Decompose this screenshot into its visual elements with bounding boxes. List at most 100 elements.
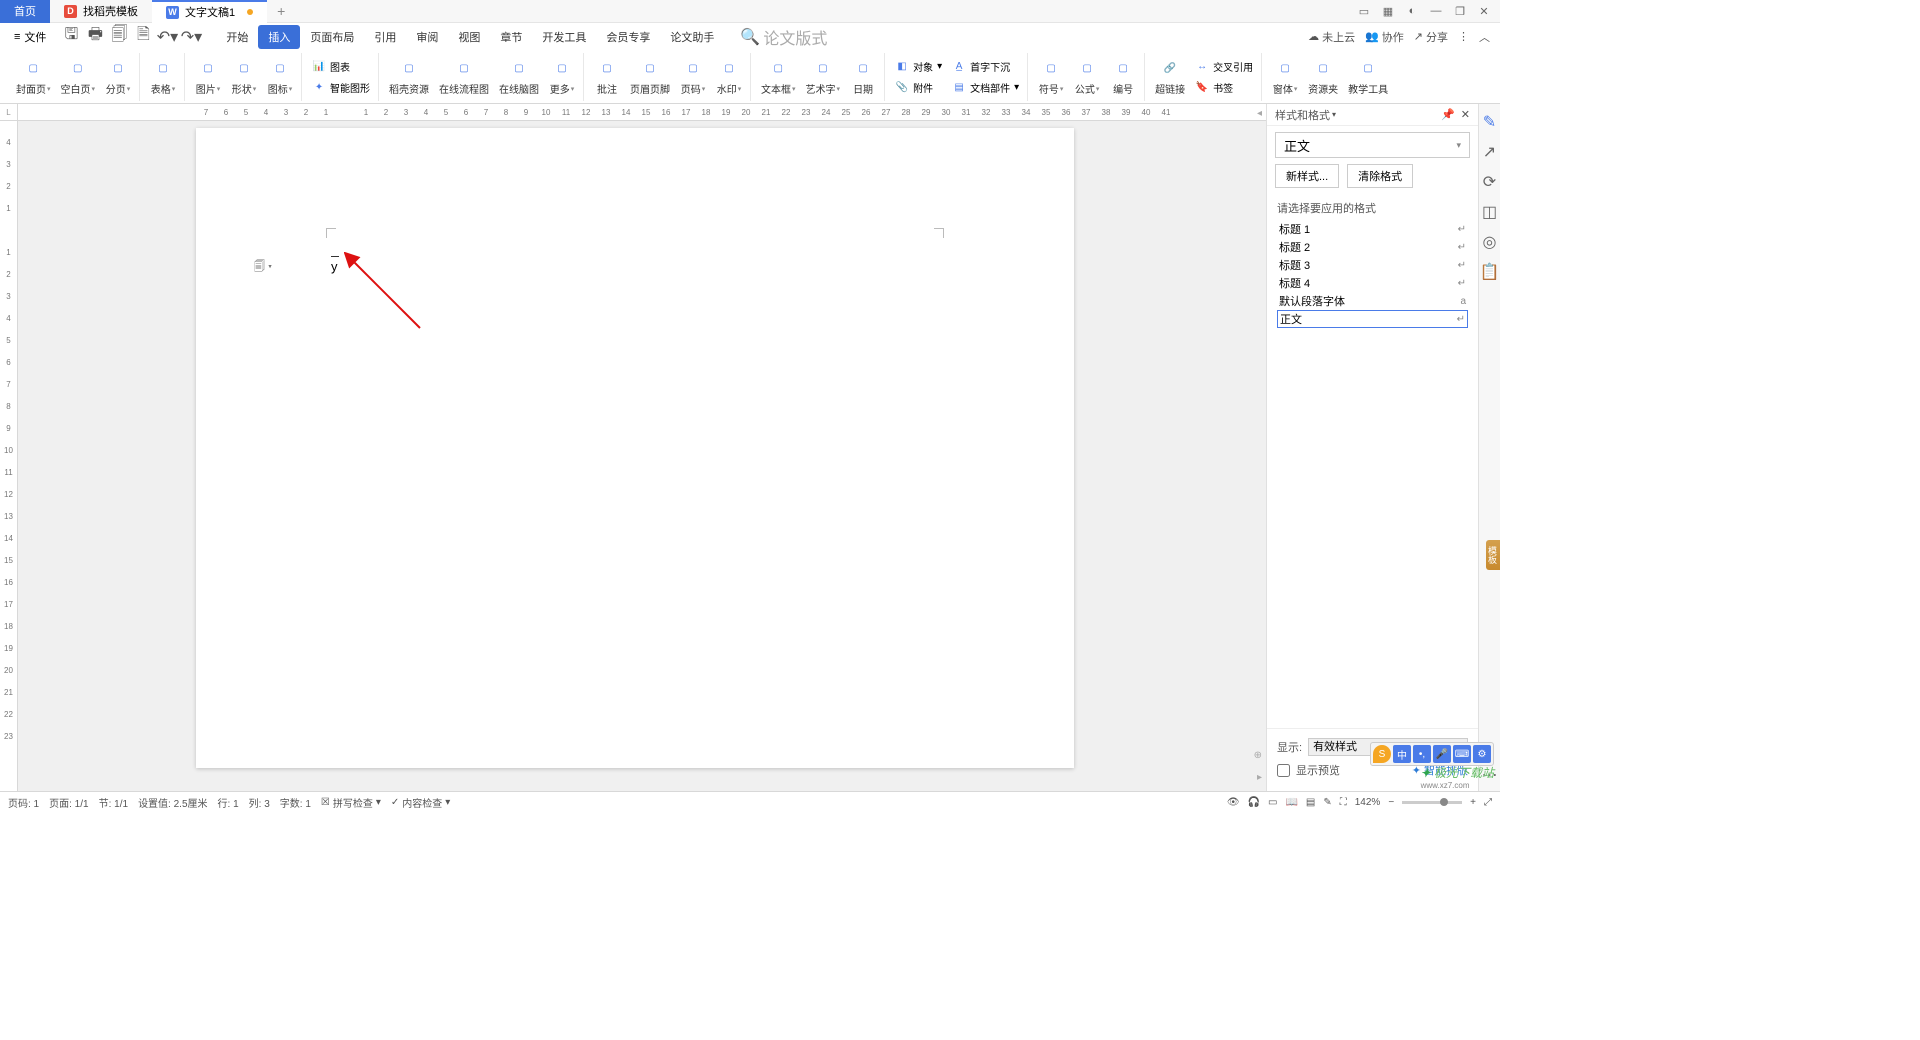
symbol-btn-2[interactable]: ▢编号 — [1106, 55, 1140, 98]
zoom-origin-icon[interactable]: ⊕ — [1254, 750, 1262, 761]
more-icon[interactable]: ⋮ — [1458, 30, 1469, 43]
show-preview-checkbox[interactable] — [1277, 764, 1290, 777]
document-text[interactable]: y — [331, 256, 339, 275]
print-preview-icon[interactable]: 🗐 — [110, 28, 128, 46]
status-col[interactable]: 列: 3 — [249, 795, 270, 810]
status-row[interactable]: 行: 1 — [218, 795, 239, 810]
smart-graphic-button[interactable]: ✦智能图形 — [308, 78, 374, 97]
account-avatar[interactable]: ◐ — [1404, 3, 1420, 19]
vertical-ruler[interactable]: 4321123456789101112131415161718192021222… — [0, 121, 18, 791]
menu-tab-0[interactable]: 开始 — [216, 25, 258, 49]
asset-btn-1[interactable]: ▢在线流程图 — [435, 55, 493, 98]
menu-tab-7[interactable]: 开发工具 — [532, 25, 596, 49]
menu-tab-2[interactable]: 页面布局 — [300, 25, 364, 49]
text-btn-1[interactable]: ▢艺术字▾ — [802, 55, 845, 98]
last-btn-1[interactable]: ▢资源夹 — [1304, 55, 1342, 98]
last-btn-2[interactable]: ▢教学工具 — [1344, 55, 1392, 98]
view-web-icon[interactable]: ✎ — [1323, 797, 1331, 808]
save-icon[interactable]: 🖫 — [62, 28, 80, 46]
fit-width-icon[interactable]: ⛶ — [1340, 797, 1347, 808]
document-page[interactable]: 🗐 ▾ y — [196, 128, 1074, 768]
clipboard-pane-icon[interactable]: 📋 — [1482, 264, 1498, 280]
ime-voice-icon[interactable]: 🎤 — [1433, 745, 1451, 763]
status-position[interactable]: 设置值: 2.5厘米 — [138, 795, 207, 810]
style-item-2[interactable]: 标题 3↵ — [1277, 256, 1468, 274]
menu-tab-9[interactable]: 论文助手 — [660, 25, 724, 49]
current-style-selector[interactable]: 正文▾ — [1275, 132, 1470, 158]
collab-button[interactable]: 👥协作 — [1365, 29, 1404, 45]
menu-tab-1[interactable]: 插入 — [258, 25, 300, 49]
illus-btn-0[interactable]: ▢图片▾ — [191, 55, 225, 98]
select-pane-icon[interactable]: ↗ — [1482, 144, 1498, 160]
row-handle-icon[interactable]: ▸ — [1257, 772, 1262, 783]
new-tab-button[interactable]: + — [267, 3, 295, 19]
menu-tab-6[interactable]: 章节 — [490, 25, 532, 49]
print-quick-icon[interactable]: 🖶 — [86, 28, 104, 46]
header-btn-0[interactable]: ▢批注 — [590, 55, 624, 98]
more-panes-icon[interactable]: ⋯ — [1482, 767, 1498, 783]
view-outline-icon[interactable]: ▤ — [1306, 797, 1315, 808]
paragraph-options-icon[interactable]: 🗐 ▾ — [254, 258, 272, 277]
header-btn-1[interactable]: ▢页眉页脚 — [626, 55, 674, 98]
style-item-4[interactable]: 默认段落字体a — [1277, 292, 1468, 310]
new-style-button[interactable]: 新样式... — [1275, 164, 1339, 188]
search-box[interactable]: 🔍 论文版式 — [740, 25, 827, 49]
shapes-pane-icon[interactable]: ◫ — [1482, 204, 1498, 220]
illus-btn-1[interactable]: ▢形状▾ — [227, 55, 261, 98]
menu-tab-5[interactable]: 视图 — [448, 25, 490, 49]
zoom-out-button[interactable]: − — [1388, 797, 1394, 808]
ime-keyboard-icon[interactable]: ⌨ — [1453, 745, 1471, 763]
export-icon[interactable]: 🗎 — [134, 28, 152, 46]
style-item-3[interactable]: 标题 4↵ — [1277, 274, 1468, 292]
minimize-button[interactable]: — — [1428, 3, 1444, 19]
ime-lang-button[interactable]: 中 — [1393, 745, 1411, 763]
page-btn-0[interactable]: ▢封面页▾ — [12, 55, 55, 98]
ime-logo-icon[interactable]: S — [1373, 745, 1391, 763]
horizontal-ruler[interactable]: 7654321123456789101112131415161718192021… — [18, 104, 1266, 121]
tab-home[interactable]: 首页 — [0, 0, 50, 23]
panel-close-icon[interactable]: ✕ — [1461, 108, 1470, 121]
location-pane-icon[interactable]: ◎ — [1482, 234, 1498, 250]
status-page-number[interactable]: 页码: 1 — [8, 795, 39, 810]
cross-ref-button[interactable]: ↔交叉引用 — [1191, 57, 1257, 76]
zoom-level[interactable]: 142% — [1355, 797, 1381, 808]
symbol-btn-0[interactable]: ▢符号▾ — [1034, 55, 1068, 98]
zoom-slider[interactable] — [1402, 801, 1462, 804]
page-btn-2[interactable]: ▢分页▾ — [101, 55, 135, 98]
hyperlink-button[interactable]: 🔗超链接 — [1151, 55, 1189, 98]
panel-pin-icon[interactable]: 📌 — [1441, 108, 1455, 121]
asset-btn-2[interactable]: ▢在线脑图 — [495, 55, 543, 98]
doc-parts-button[interactable]: ▤文档部件▾ — [948, 78, 1023, 97]
header-btn-2[interactable]: ▢页码▾ — [676, 55, 710, 98]
last-btn-0[interactable]: ▢窗体▾ — [1268, 55, 1302, 98]
reading-mode-icon[interactable]: 🎧 — [1248, 797, 1260, 808]
tab-document-1[interactable]: W 文字文稿1 — [152, 0, 267, 23]
style-item-0[interactable]: 标题 1↵ — [1277, 220, 1468, 238]
page-btn-1[interactable]: ▢空白页▾ — [57, 55, 100, 98]
status-section[interactable]: 节: 1/1 — [99, 795, 128, 810]
illus-btn-2[interactable]: ▢图标▾ — [263, 55, 297, 98]
status-page[interactable]: 页面: 1/1 — [49, 795, 88, 810]
text-btn-0[interactable]: ▢文本框▾ — [757, 55, 800, 98]
layout-icon[interactable]: ▭ — [1356, 3, 1372, 19]
menu-tab-3[interactable]: 引用 — [364, 25, 406, 49]
apps-icon[interactable]: ▦ — [1380, 3, 1396, 19]
redo-icon[interactable]: ↷▾ — [182, 28, 200, 46]
status-char-count[interactable]: 字数: 1 — [280, 795, 311, 810]
edit-pane-icon[interactable]: ✎ — [1482, 114, 1498, 130]
share-button[interactable]: ↗分享 — [1414, 29, 1448, 45]
symbol-btn-1[interactable]: ▢公式▾ — [1070, 55, 1104, 98]
style-item-5[interactable]: 正文↵ — [1277, 310, 1468, 328]
panel-toggle-icon[interactable]: ◂ — [1257, 108, 1262, 119]
refresh-pane-icon[interactable]: ⟳ — [1482, 174, 1498, 190]
bookmark-button[interactable]: 🔖书签 — [1191, 78, 1257, 97]
ime-settings-icon[interactable]: ⚙ — [1473, 745, 1491, 763]
close-button[interactable]: ✕ — [1476, 3, 1492, 19]
restore-button[interactable]: ❐ — [1452, 3, 1468, 19]
chart-button[interactable]: 📊图表 — [308, 57, 374, 76]
undo-icon[interactable]: ↶▾ — [158, 28, 176, 46]
menu-tab-4[interactable]: 审阅 — [406, 25, 448, 49]
clear-format-button[interactable]: 清除格式 — [1347, 164, 1413, 188]
view-print-icon[interactable]: ▭ — [1268, 797, 1277, 808]
menu-tab-8[interactable]: 会员专享 — [596, 25, 660, 49]
